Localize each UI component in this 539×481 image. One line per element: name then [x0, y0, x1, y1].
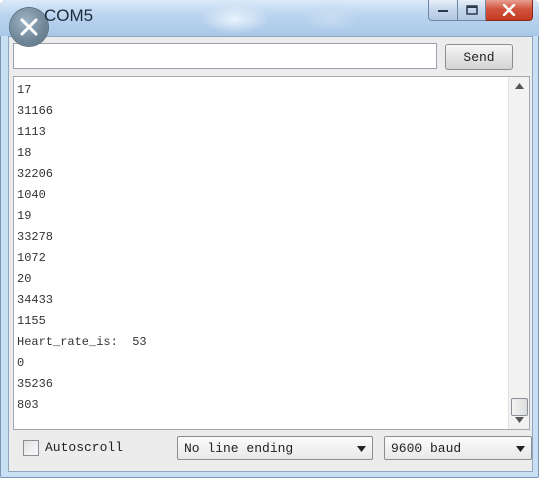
baud-rate-select[interactable]: 9600 baud	[384, 436, 532, 460]
vertical-scrollbar[interactable]	[508, 77, 529, 429]
send-input[interactable]	[13, 43, 437, 69]
title-bar-glare	[300, 2, 360, 32]
serial-monitor-window: COM5 Send 17 31166 1113 18 32206 1040 19 33278 1…	[0, 0, 539, 478]
output-line: 32206	[17, 167, 54, 181]
bottom-bar: Autoscroll No line ending 9600 baud	[13, 434, 532, 464]
output-line: 33278	[17, 230, 54, 244]
output-line: 35236	[17, 377, 54, 391]
close-button[interactable]	[486, 0, 533, 21]
send-button[interactable]: Send	[445, 44, 513, 70]
x-icon	[20, 18, 38, 36]
serial-output[interactable]: 17 31166 1113 18 32206 1040 19 33278 1072 20 34433…	[13, 76, 530, 430]
output-line: 0	[17, 356, 25, 370]
output-line: 1113	[17, 125, 46, 139]
chevron-down-icon	[516, 446, 525, 452]
output-lines: 17 31166 1113 18 32206 1040 19 33278 1072 20 34433…	[14, 80, 504, 416]
close-icon	[502, 4, 516, 16]
client-area: Send 17 31166 1113 18 32206 1040 19 33278 1072 20…	[8, 36, 533, 472]
maximize-button[interactable]	[458, 0, 486, 21]
window-title: COM5	[44, 6, 94, 25]
maximize-icon	[465, 5, 478, 15]
arrow-down-icon	[514, 417, 524, 423]
output-line: 1155	[17, 314, 46, 328]
chevron-down-icon	[357, 446, 366, 452]
line-ending-select[interactable]: No line ending	[177, 436, 373, 460]
arrow-up-icon	[514, 83, 524, 89]
output-line: 19	[17, 209, 32, 223]
window-controls	[428, 0, 533, 22]
line-ending-value: No line ending	[184, 441, 294, 456]
autoscroll-checkbox[interactable]	[23, 440, 39, 456]
output-line: 18	[17, 146, 32, 160]
output-line: 20	[17, 272, 32, 286]
baud-rate-value: 9600 baud	[391, 441, 462, 456]
close-circle-icon[interactable]	[10, 8, 48, 46]
output-line: 34433	[17, 293, 54, 307]
autoscroll-label: Autoscroll	[45, 440, 124, 455]
minimize-icon	[438, 10, 448, 12]
send-row: Send	[13, 43, 528, 71]
output-line: 17	[17, 83, 32, 97]
autoscroll-toggle[interactable]: Autoscroll	[23, 439, 123, 456]
output-line: Heart_rate_is: 53	[17, 335, 147, 349]
scroll-up-button[interactable]	[509, 77, 529, 95]
minimize-button[interactable]	[428, 0, 458, 21]
title-bar-glare	[200, 4, 270, 34]
scroll-down-button[interactable]	[509, 411, 529, 429]
output-line: 31166	[17, 104, 54, 118]
output-line: 1040	[17, 188, 46, 202]
output-line: 1072	[17, 251, 46, 265]
output-line: 803	[17, 398, 39, 412]
